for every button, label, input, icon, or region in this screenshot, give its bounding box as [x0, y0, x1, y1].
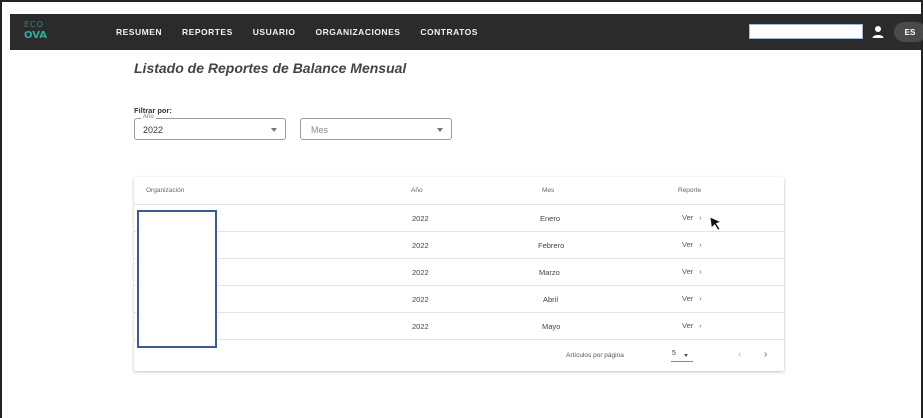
next-page-button[interactable]: ›: [764, 349, 767, 360]
app-logo[interactable]: ECO OVA: [24, 20, 64, 44]
redaction-box: [137, 210, 217, 348]
ver-label: Ver: [682, 213, 694, 222]
items-per-page-value: 5: [672, 350, 676, 357]
header-reporte[interactable]: Reporte: [678, 187, 701, 194]
ver-label: Ver: [682, 267, 694, 276]
year-select[interactable]: Año 2022: [134, 114, 286, 140]
items-per-page-label: Artículos por página: [566, 352, 624, 359]
main-nav: RESUMEN REPORTES USUARIO ORGANIZACIONES …: [116, 14, 478, 50]
chevron-down-icon: [271, 128, 277, 132]
reports-table: Organización Año Mes Reporte 2022 Enero …: [134, 177, 784, 371]
ver-report-link[interactable]: Ver ›: [682, 240, 702, 249]
nav-contratos[interactable]: CONTRATOS: [420, 27, 478, 37]
cell-month: Marzo: [539, 268, 560, 277]
chevron-right-icon: ›: [699, 323, 702, 330]
table-row: 2022 Mayo Ver ›: [134, 312, 784, 339]
nav-usuario[interactable]: USUARIO: [253, 27, 296, 37]
chevron-down-icon: [437, 128, 443, 132]
cell-year: 2022: [412, 295, 429, 304]
mouse-pointer-icon: [709, 216, 723, 231]
logo-text-bottom: OVA: [24, 30, 48, 41]
table-row: 2022 Abril Ver ›: [134, 285, 784, 312]
nav-resumen[interactable]: RESUMEN: [116, 27, 162, 37]
header-anio[interactable]: Año: [411, 187, 423, 194]
logo-text-top: ECO: [24, 20, 44, 29]
cell-year: 2022: [412, 241, 429, 250]
chevron-down-icon: [684, 354, 688, 357]
chevron-right-icon: ›: [699, 269, 702, 276]
chevron-right-icon: ›: [699, 242, 702, 249]
month-select-placeholder: Mes: [311, 125, 329, 135]
cell-month: Abril: [543, 295, 559, 304]
ver-report-link[interactable]: Ver ›: [682, 213, 702, 222]
chevron-right-icon: ›: [699, 215, 702, 222]
ver-label: Ver: [682, 294, 694, 303]
cell-month: Enero: [540, 214, 561, 223]
ver-label: Ver: [682, 240, 694, 249]
table-row: 2022 Febrero Ver ›: [134, 231, 784, 258]
ver-report-link[interactable]: Ver ›: [682, 294, 702, 303]
nav-reportes[interactable]: REPORTES: [182, 27, 233, 37]
paginator: Artículos por página 5 ‹ ›: [134, 339, 784, 371]
page-title: Listado de Reportes de Balance Mensual: [134, 60, 407, 76]
ver-report-link[interactable]: Ver ›: [682, 267, 702, 276]
user-icon[interactable]: [872, 25, 884, 39]
ver-report-link[interactable]: Ver ›: [682, 321, 702, 330]
language-button[interactable]: ES: [894, 22, 923, 42]
table-row: 2022 Marzo Ver ›: [134, 258, 784, 285]
previous-page-button[interactable]: ‹: [738, 349, 741, 360]
cell-month: Mayo: [542, 322, 561, 331]
chevron-right-icon: ›: [699, 296, 702, 303]
header-organizacion[interactable]: Organización: [146, 187, 184, 194]
cell-year: 2022: [412, 322, 429, 331]
cell-month: Febrero: [538, 241, 565, 250]
month-select[interactable]: Mes: [300, 118, 452, 140]
year-select-value: 2022: [143, 125, 164, 135]
ver-label: Ver: [682, 321, 694, 330]
top-app-bar: ECO OVA RESUMEN REPORTES USUARIO ORGANIZ…: [10, 14, 923, 50]
items-per-page-select[interactable]: 5: [671, 350, 693, 362]
cell-year: 2022: [412, 214, 429, 223]
header-mes[interactable]: Mes: [542, 187, 554, 194]
nav-organizaciones[interactable]: ORGANIZACIONES: [315, 27, 400, 37]
table-row: 2022 Enero Ver ›: [134, 204, 784, 231]
year-select-label: Año: [141, 114, 156, 120]
cell-year: 2022: [412, 268, 429, 277]
search-input[interactable]: [749, 24, 863, 39]
